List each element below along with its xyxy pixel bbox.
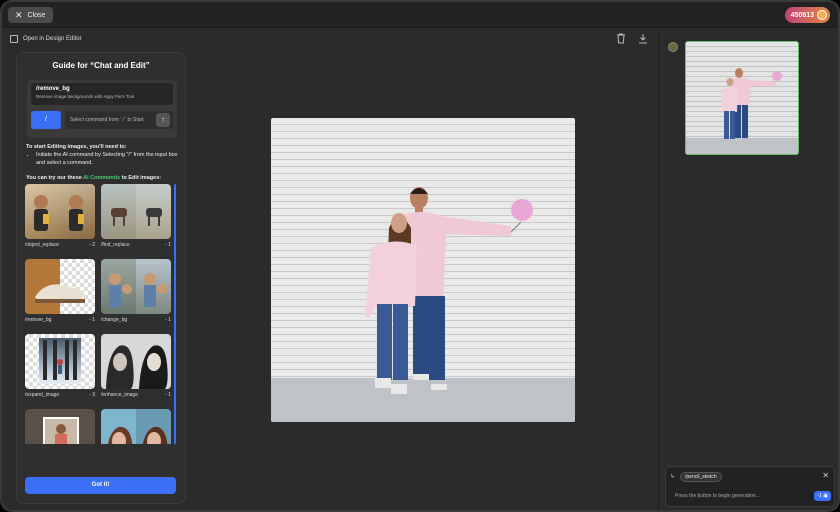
- panel-divider: [658, 28, 659, 510]
- send-arrow-icon[interactable]: ↑: [156, 113, 170, 127]
- reply-arrow-icon: ↳: [670, 474, 676, 480]
- download-icon[interactable]: [637, 33, 649, 45]
- command-chip[interactable]: /pencil_sketch: [680, 472, 722, 482]
- guide-panel: Guide for “Chat and Edit” /remove_bg Rem…: [16, 52, 186, 504]
- got-it-button[interactable]: Got it!: [25, 477, 176, 494]
- top-bar: ✕ Close 450613: [2, 2, 838, 28]
- command-suggestion[interactable]: /remove_bg Remove image backgrounds with…: [31, 83, 173, 105]
- command-input[interactable]: Select command from ' / ' to Start ↑: [65, 111, 173, 129]
- command-input-placeholder: Select command from ' / ' to Start: [70, 117, 144, 123]
- example-thumbnail: [25, 184, 95, 239]
- close-icon: ✕: [15, 9, 23, 20]
- suggestion-desc: Remove image backgrounds with Appy Pie's…: [36, 94, 135, 99]
- example-card[interactable]: /find_replace - 1: [101, 184, 171, 248]
- example-card[interactable]: [101, 409, 171, 444]
- try-commands-text: You can try our these AI Commands to Edi…: [26, 175, 161, 181]
- coin-icon: [817, 10, 827, 20]
- example-thumbnail: [25, 334, 95, 389]
- examples-scrollbar[interactable]: [174, 184, 176, 444]
- trash-icon[interactable]: [615, 33, 627, 45]
- example-card[interactable]: /expand_image - 3: [25, 334, 95, 398]
- example-thumbnail: [101, 184, 171, 239]
- example-thumbnail: [25, 409, 95, 444]
- card-label: /find_replace: [101, 242, 130, 248]
- card-cost: - 1: [165, 317, 171, 323]
- ai-commands-link[interactable]: AI Commands: [83, 175, 120, 181]
- example-thumbnail: [101, 334, 171, 389]
- card-cost: - 1: [89, 317, 95, 323]
- command-examples-grid: /object_replace - 2 /find_replace - 1 /rem…: [25, 184, 177, 444]
- instructions-intro: To start Editing images, you'll need to:: [26, 144, 127, 150]
- try-suffix: to Edit images:: [120, 175, 162, 181]
- card-cost: - 1: [165, 242, 171, 248]
- example-thumbnail: [25, 259, 95, 314]
- try-prefix: You can try our these: [26, 175, 84, 181]
- edit-icon: [10, 35, 18, 43]
- slash-button[interactable]: /: [31, 111, 61, 129]
- close-icon[interactable]: ✕: [822, 471, 829, 480]
- card-cost: - 2: [89, 242, 95, 248]
- command-demo: /remove_bg Remove image backgrounds with…: [27, 80, 177, 138]
- example-thumbnail: [101, 409, 171, 444]
- app-window: ✕ Close 450613 Open in Design Editor Gui…: [0, 0, 840, 512]
- credits-count: 450613: [790, 11, 814, 19]
- example-card[interactable]: [25, 409, 95, 444]
- card-label: /object_replace: [25, 242, 59, 248]
- example-card[interactable]: /remove_bg - 1: [25, 259, 95, 323]
- instructions: To start Editing images, you'll need to:…: [26, 143, 181, 167]
- card-cost: - 3: [89, 392, 95, 398]
- card-label: /change_bg: [101, 317, 128, 323]
- example-card[interactable]: /change_bg - 1: [101, 259, 171, 323]
- card-label: /enhance_image: [101, 392, 138, 398]
- card-cost: - 1: [165, 392, 171, 398]
- example-thumbnail: [101, 259, 171, 314]
- example-card[interactable]: /object_replace - 2: [25, 184, 95, 248]
- guide-title: Guide for “Chat and Edit”: [52, 61, 150, 70]
- card-label: /remove_bg: [25, 317, 52, 323]
- close-button[interactable]: ✕ Close: [8, 7, 54, 23]
- example-card[interactable]: /enhance_image - 1: [101, 334, 171, 398]
- history-thumbnail[interactable]: [685, 41, 799, 155]
- instructions-step: Initiate the AI command by Selecting "/"…: [36, 151, 181, 167]
- user-avatar: [668, 42, 678, 52]
- suggestion-name: /remove_bg: [36, 86, 70, 92]
- main-image[interactable]: [271, 118, 575, 422]
- open-design-editor-link[interactable]: Open in Design Editor: [10, 35, 82, 43]
- chat-input-box[interactable]: ↳ /pencil_sketch ✕ Press the button to b…: [665, 466, 835, 507]
- generate-button[interactable]: -1 ▣: [814, 491, 831, 501]
- credits-badge[interactable]: 450613: [784, 7, 830, 23]
- design-editor-label: Open in Design Editor: [23, 36, 82, 42]
- close-label: Close: [27, 11, 46, 19]
- chat-placeholder: Press the button to begin generation...: [675, 493, 760, 499]
- card-label: /expand_image: [25, 392, 60, 398]
- generate-cost: -1: [817, 493, 822, 499]
